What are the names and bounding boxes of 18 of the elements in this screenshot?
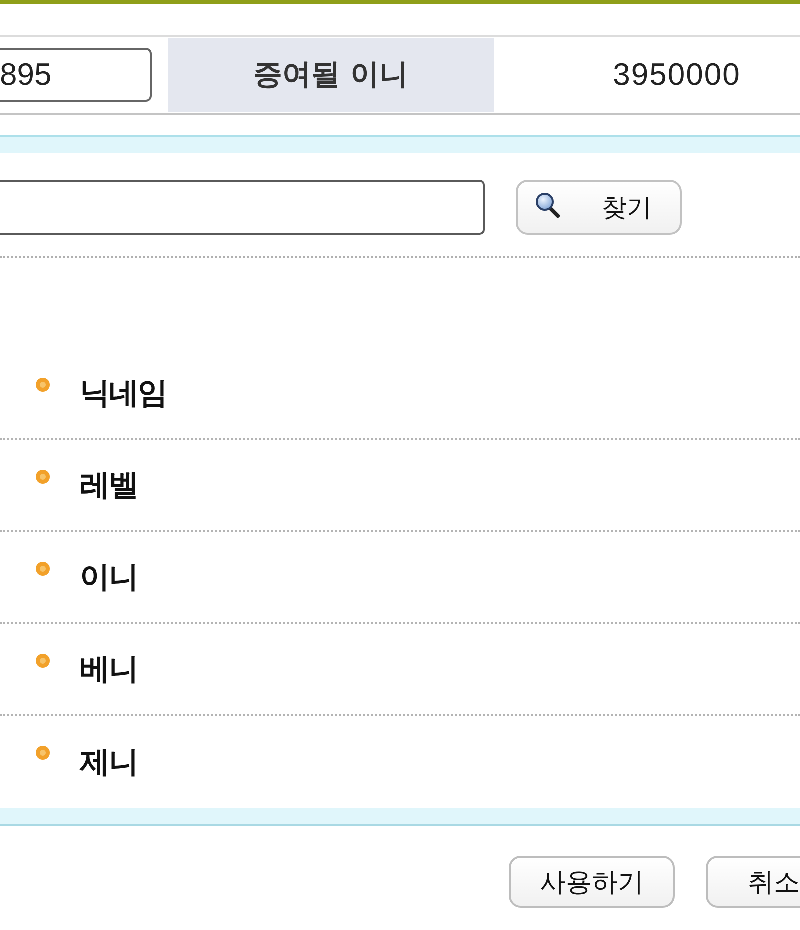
search-field[interactable] [0, 180, 485, 235]
dialog-button[interactable]: 사용하기 [509, 856, 675, 908]
dialog-button[interactable]: 취소 [706, 856, 800, 908]
bullet-icon [36, 562, 50, 576]
info-label: 제니 [80, 744, 138, 782]
amount-value: 3950000 [613, 57, 741, 93]
bullet-icon [36, 378, 50, 392]
search-icon [536, 192, 560, 218]
id-field[interactable]: 895 [0, 48, 152, 102]
amount-label: 증여될 이니 [168, 38, 494, 112]
bullet-icon [36, 654, 50, 668]
info-label: 레벨 [80, 466, 138, 504]
bullet-icon [36, 470, 50, 484]
info-label: 이니 [80, 558, 138, 596]
info-label: 베니 [80, 650, 138, 688]
info-label: 닉네임 [80, 374, 167, 412]
search-button[interactable]: 찾기 [516, 180, 682, 235]
bullet-icon [36, 746, 50, 760]
